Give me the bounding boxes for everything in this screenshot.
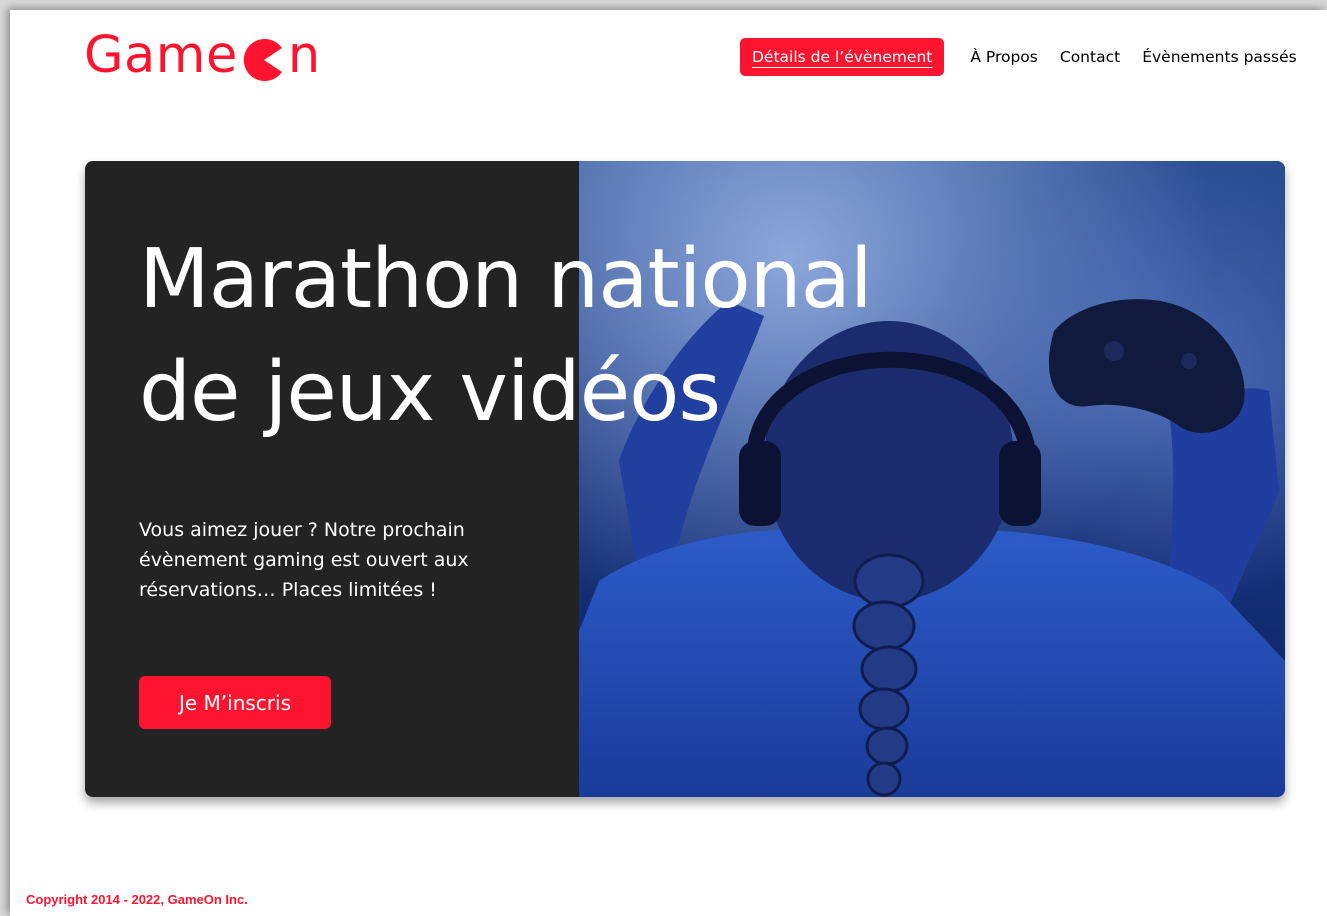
logo-text-start: Game [84, 25, 238, 85]
hero-title: Marathon national de jeux vidéos [139, 223, 873, 449]
logo-text-end: n [287, 25, 321, 85]
signup-button[interactable]: Je M’inscris [139, 676, 331, 729]
nav-item-event-details[interactable]: Détails de l’évènement [740, 38, 945, 76]
nav-item-past-events[interactable]: Évènements passés [1142, 48, 1297, 66]
nav-item-about[interactable]: À Propos [970, 48, 1038, 66]
logo[interactable]: Game n [84, 24, 321, 86]
hero-description: Vous aimez jouer ? Notre prochain évènem… [139, 519, 469, 601]
hero-section: Marathon national de jeux vidéos Vous ai… [85, 161, 1285, 797]
main-nav: Détails de l’évènement À Propos Contact … [740, 38, 1319, 76]
nav-item-contact[interactable]: Contact [1060, 48, 1120, 66]
hero-title-line-1: Marathon national [139, 232, 873, 327]
browser-page: Game n Détails de l’évènement À Propos C… [10, 10, 1327, 916]
footer-copyright: Copyright 2014 - 2022, GameOn Inc. [26, 892, 248, 907]
pacman-icon [242, 36, 286, 81]
hero-title-line-2: de jeux vidéos [139, 345, 721, 440]
